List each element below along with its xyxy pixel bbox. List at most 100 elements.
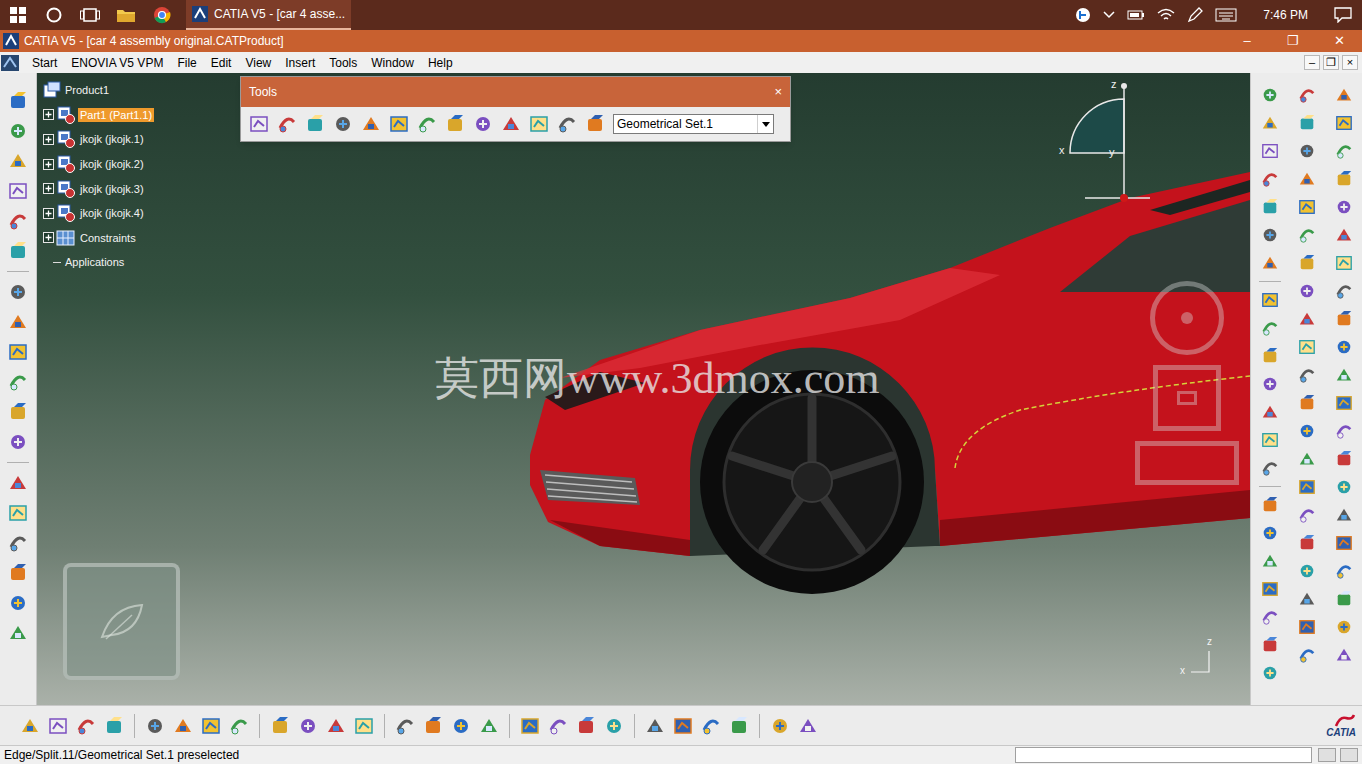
toolbar-button[interactable] [1255, 603, 1285, 631]
toolbar-button[interactable] [1292, 389, 1322, 417]
toolbar-button[interactable] [441, 110, 469, 138]
3d-viewport[interactable]: 莫西网www.3dmox.com Product1Part1 (Part1.1)… [37, 73, 1250, 705]
toolbar-button[interactable] [1255, 249, 1285, 277]
toolbar-button[interactable] [581, 110, 609, 138]
toolbar-button[interactable] [697, 711, 725, 741]
toolbar-button[interactable] [1329, 305, 1359, 333]
toolbar-button[interactable] [1255, 342, 1285, 370]
toolbar-button[interactable] [1329, 137, 1359, 165]
toolbar-button[interactable] [1255, 426, 1285, 454]
menu-item[interactable]: Help [421, 54, 460, 72]
toolbar-button[interactable] [1329, 641, 1359, 669]
toolbar-button[interactable] [1292, 585, 1322, 613]
tree-item[interactable]: jkojk (jkojk.4) [43, 201, 154, 226]
toolbar-button[interactable] [1255, 631, 1285, 659]
toolbar-button[interactable] [1255, 314, 1285, 342]
toolbar-button[interactable] [1292, 501, 1322, 529]
toolbar-button[interactable] [1292, 473, 1322, 501]
toolbar-button[interactable] [1329, 221, 1359, 249]
app-tab[interactable]: CATIA V5 - [car 4 asse... [186, 0, 351, 30]
toolbar-button[interactable] [3, 147, 33, 175]
toolbar-button[interactable] [497, 110, 525, 138]
toolbar-button[interactable] [1292, 221, 1322, 249]
toolbar-button[interactable] [553, 110, 581, 138]
tree-item[interactable]: jkojk (jkojk.1) [43, 127, 154, 152]
toolbar-button[interactable] [544, 711, 572, 741]
menu-item[interactable]: Tools [322, 54, 364, 72]
toolbar-button[interactable] [725, 711, 753, 741]
tree-expander[interactable] [43, 232, 54, 243]
compass[interactable]: z x y [1059, 78, 1159, 208]
toolbar-button[interactable] [1329, 557, 1359, 585]
menu-item[interactable]: Insert [278, 54, 322, 72]
toolbar-button[interactable] [1292, 445, 1322, 473]
geometrical-set-dropdown[interactable]: Geometrical Set.1 [613, 114, 774, 134]
toolbar-button[interactable] [169, 711, 197, 741]
toolbar-button[interactable] [1255, 193, 1285, 221]
toolbar-button[interactable] [1255, 491, 1285, 519]
toolbar-button[interactable] [329, 110, 357, 138]
toolbar-button[interactable] [3, 469, 33, 497]
file-explorer-button[interactable] [108, 0, 144, 30]
toolbar-button[interactable] [1329, 585, 1359, 613]
toolbar-button[interactable] [1329, 165, 1359, 193]
tree-expander[interactable] [43, 134, 54, 145]
window-control-button[interactable]: ❐ [1270, 30, 1316, 52]
toolbar-button[interactable] [1329, 333, 1359, 361]
toolbar-button[interactable] [1329, 417, 1359, 445]
search-button[interactable] [36, 0, 72, 30]
toolbar-button[interactable] [391, 711, 419, 741]
toolbar-button[interactable] [3, 237, 33, 265]
toolbar-button[interactable] [1292, 81, 1322, 109]
toolbar-button[interactable] [1329, 361, 1359, 389]
tree-item[interactable]: Part1 (Part1.1) [43, 103, 154, 128]
toolbar-button[interactable] [1292, 417, 1322, 445]
toolbar-button[interactable] [3, 428, 33, 456]
tools-toolbar[interactable]: Tools × Geometrical Set.1 [240, 76, 791, 142]
toolbar-button[interactable] [3, 589, 33, 617]
toolbar-button[interactable] [3, 398, 33, 426]
toolbar-button[interactable] [1255, 137, 1285, 165]
toolbar-button[interactable] [1329, 529, 1359, 557]
clock-time[interactable]: 7:46 PM [1249, 6, 1322, 24]
tree-item[interactable]: jkojk (jkojk.2) [43, 152, 154, 177]
toolbar-button[interactable] [3, 207, 33, 235]
toolbar-button[interactable] [516, 711, 544, 741]
menu-item[interactable]: Edit [204, 54, 239, 72]
toolbar-button[interactable] [1329, 445, 1359, 473]
toolbar-button[interactable] [225, 711, 253, 741]
toolbar-button[interactable] [766, 711, 794, 741]
toolbar-button[interactable] [1292, 333, 1322, 361]
toolbar-button[interactable] [1255, 519, 1285, 547]
overview-thumbnail[interactable] [63, 563, 180, 680]
toolbar-button[interactable] [3, 117, 33, 145]
toolbar-button[interactable] [3, 87, 33, 115]
toolbar-button[interactable] [3, 529, 33, 557]
menu-item[interactable]: File [170, 54, 203, 72]
toolbar-button[interactable] [3, 308, 33, 336]
toolbar-button[interactable] [1255, 109, 1285, 137]
toolbar-button[interactable] [3, 278, 33, 306]
toolbar-button[interactable] [447, 711, 475, 741]
menu-item[interactable]: View [238, 54, 278, 72]
toolbar-button[interactable] [1329, 473, 1359, 501]
toolbar-button[interactable] [1329, 389, 1359, 417]
document-control-button[interactable]: × [1342, 55, 1358, 70]
window-control-button[interactable]: ✕ [1316, 30, 1362, 52]
toolbar-button[interactable] [1329, 193, 1359, 221]
toolbar-button[interactable] [1292, 613, 1322, 641]
toolbar-button[interactable] [1255, 221, 1285, 249]
command-input[interactable] [1015, 747, 1312, 763]
toolbar-button[interactable] [301, 110, 329, 138]
toolbar-button[interactable] [1255, 286, 1285, 314]
toolbar-button[interactable] [357, 110, 385, 138]
toolbar-button[interactable] [1255, 575, 1285, 603]
toolbar-button[interactable] [3, 619, 33, 647]
toolbar-button[interactable] [3, 368, 33, 396]
toolbar-button[interactable] [1292, 529, 1322, 557]
toolbar-button[interactable] [141, 711, 169, 741]
tools-close-button[interactable]: × [774, 85, 782, 99]
toolbar-button[interactable] [294, 711, 322, 741]
tray-chevron-icon[interactable] [1103, 11, 1115, 19]
toolbar-button[interactable] [572, 711, 600, 741]
